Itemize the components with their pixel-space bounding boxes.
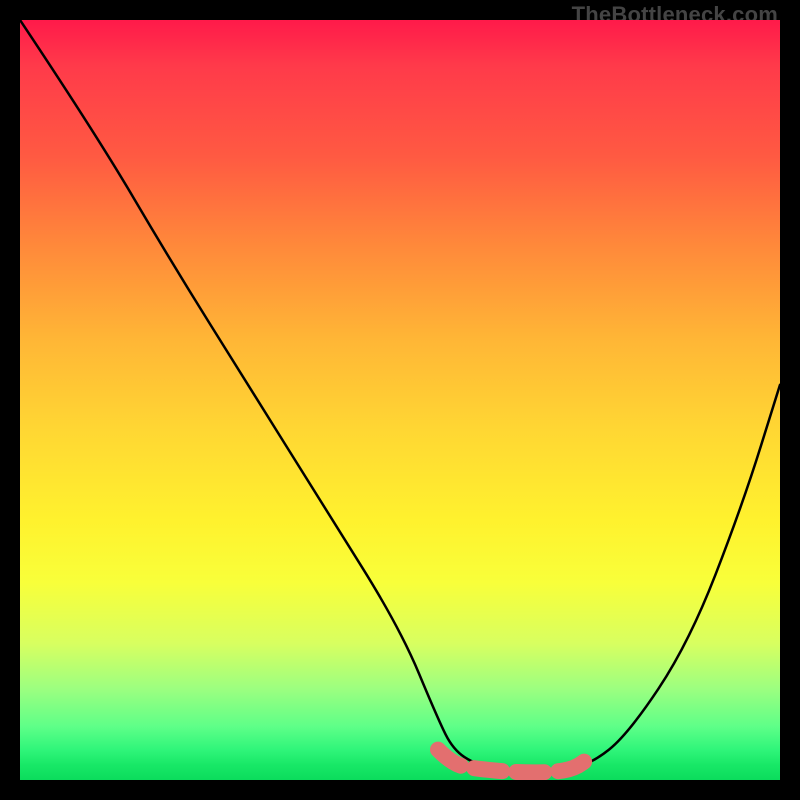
plot-area (20, 20, 780, 780)
chart-overlay-svg (20, 20, 780, 780)
chart-stage: TheBottleneck.com (0, 0, 800, 800)
bottleneck-curve-path (20, 20, 780, 772)
